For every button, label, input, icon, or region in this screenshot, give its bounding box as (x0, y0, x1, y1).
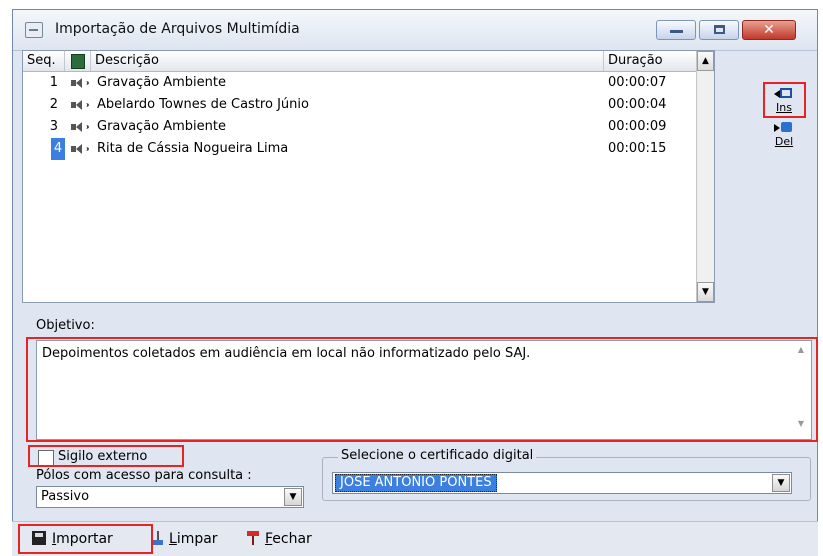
title-bar: Importação de Arquivos Multimídia ✕ (13, 10, 817, 51)
highlight-importar (18, 524, 153, 554)
fechar-label: echar (272, 531, 312, 547)
certificado-value: JOSE ANTONIO PONTES (335, 474, 497, 492)
header-media-type[interactable] (65, 51, 91, 71)
arrow-up-icon: ▲ (702, 56, 709, 66)
row-seq: 4 (51, 138, 65, 160)
close-icon: ✕ (763, 22, 775, 38)
row-descricao: Rita de Cássia Nogueira Lima (97, 141, 289, 156)
highlight-objetivo (26, 337, 818, 442)
row-seq: 3 (49, 119, 58, 134)
highlight-sigilo (28, 445, 184, 467)
delete-button[interactable]: Del (766, 121, 802, 148)
objetivo-label: Objetivo: (36, 318, 95, 333)
audio-icon (71, 100, 89, 110)
highlight-ins (763, 82, 806, 118)
delete-icon (773, 121, 795, 135)
arrow-down-icon: ▼ (702, 287, 709, 297)
row-descricao: Abelardo Townes de Castro Júnio (97, 97, 309, 112)
table-row[interactable]: 3 Gravação Ambiente 00:00:09 (23, 116, 698, 138)
certificado-select[interactable]: JOSE ANTONIO PONTES ▼ (332, 472, 792, 494)
audio-icon (71, 78, 89, 88)
door-close-icon (247, 531, 259, 545)
header-seq[interactable]: Seq. (23, 51, 65, 71)
scroll-down-button[interactable]: ▼ (697, 282, 714, 302)
row-duracao: 00:00:09 (608, 119, 667, 134)
window-title: Importação de Arquivos Multimídia (55, 21, 300, 37)
row-seq: 2 (49, 97, 58, 112)
broom-icon (153, 531, 163, 545)
polos-select[interactable]: Passivo ▼ (36, 486, 304, 508)
minimize-button[interactable] (656, 20, 696, 40)
row-descricao: Gravação Ambiente (97, 75, 226, 90)
maximize-icon (714, 25, 725, 34)
film-icon (71, 54, 85, 69)
row-descricao: Gravação Ambiente (97, 119, 226, 134)
close-button[interactable]: ✕ (742, 20, 796, 40)
audio-icon (71, 144, 89, 154)
chevron-down-icon[interactable]: ▼ (284, 488, 302, 506)
polos-label: Pólos com acesso para consulta : (36, 468, 252, 483)
audio-icon (71, 122, 89, 132)
limpar-label: impar (176, 531, 218, 547)
limpar-button[interactable]: Limpar (153, 528, 218, 550)
media-list[interactable]: Seq. Descrição Duração 1 Gravação Ambien… (22, 50, 715, 303)
row-duracao: 00:00:07 (608, 75, 667, 90)
table-row[interactable]: 1 Gravação Ambiente 00:00:07 (23, 72, 698, 94)
delete-label: Del (774, 135, 794, 148)
chevron-down-icon[interactable]: ▼ (772, 474, 790, 492)
row-seq: 1 (49, 75, 58, 90)
header-duracao[interactable]: Duração (604, 51, 698, 71)
header-descricao[interactable]: Descrição (91, 51, 604, 71)
certificado-legend: Selecione o certificado digital (338, 448, 537, 463)
table-row[interactable]: 2 Abelardo Townes de Castro Júnio 00:00:… (23, 94, 698, 116)
maximize-button[interactable] (699, 20, 739, 40)
row-duracao: 00:00:15 (608, 141, 667, 156)
polos-value: Passivo (41, 489, 90, 504)
app-icon (25, 22, 43, 38)
table-row-selected[interactable]: 4 Rita de Cássia Nogueira Lima 00:00:15 (23, 138, 698, 160)
minimize-icon (670, 30, 683, 33)
row-duracao: 00:00:04 (608, 97, 667, 112)
fechar-button[interactable]: Fechar (247, 528, 312, 550)
list-scrollbar[interactable]: ▲ ▼ (696, 51, 714, 302)
limpar-accel: L (169, 531, 177, 547)
list-header: Seq. Descrição Duração (23, 51, 698, 72)
scroll-up-button[interactable]: ▲ (697, 51, 714, 71)
